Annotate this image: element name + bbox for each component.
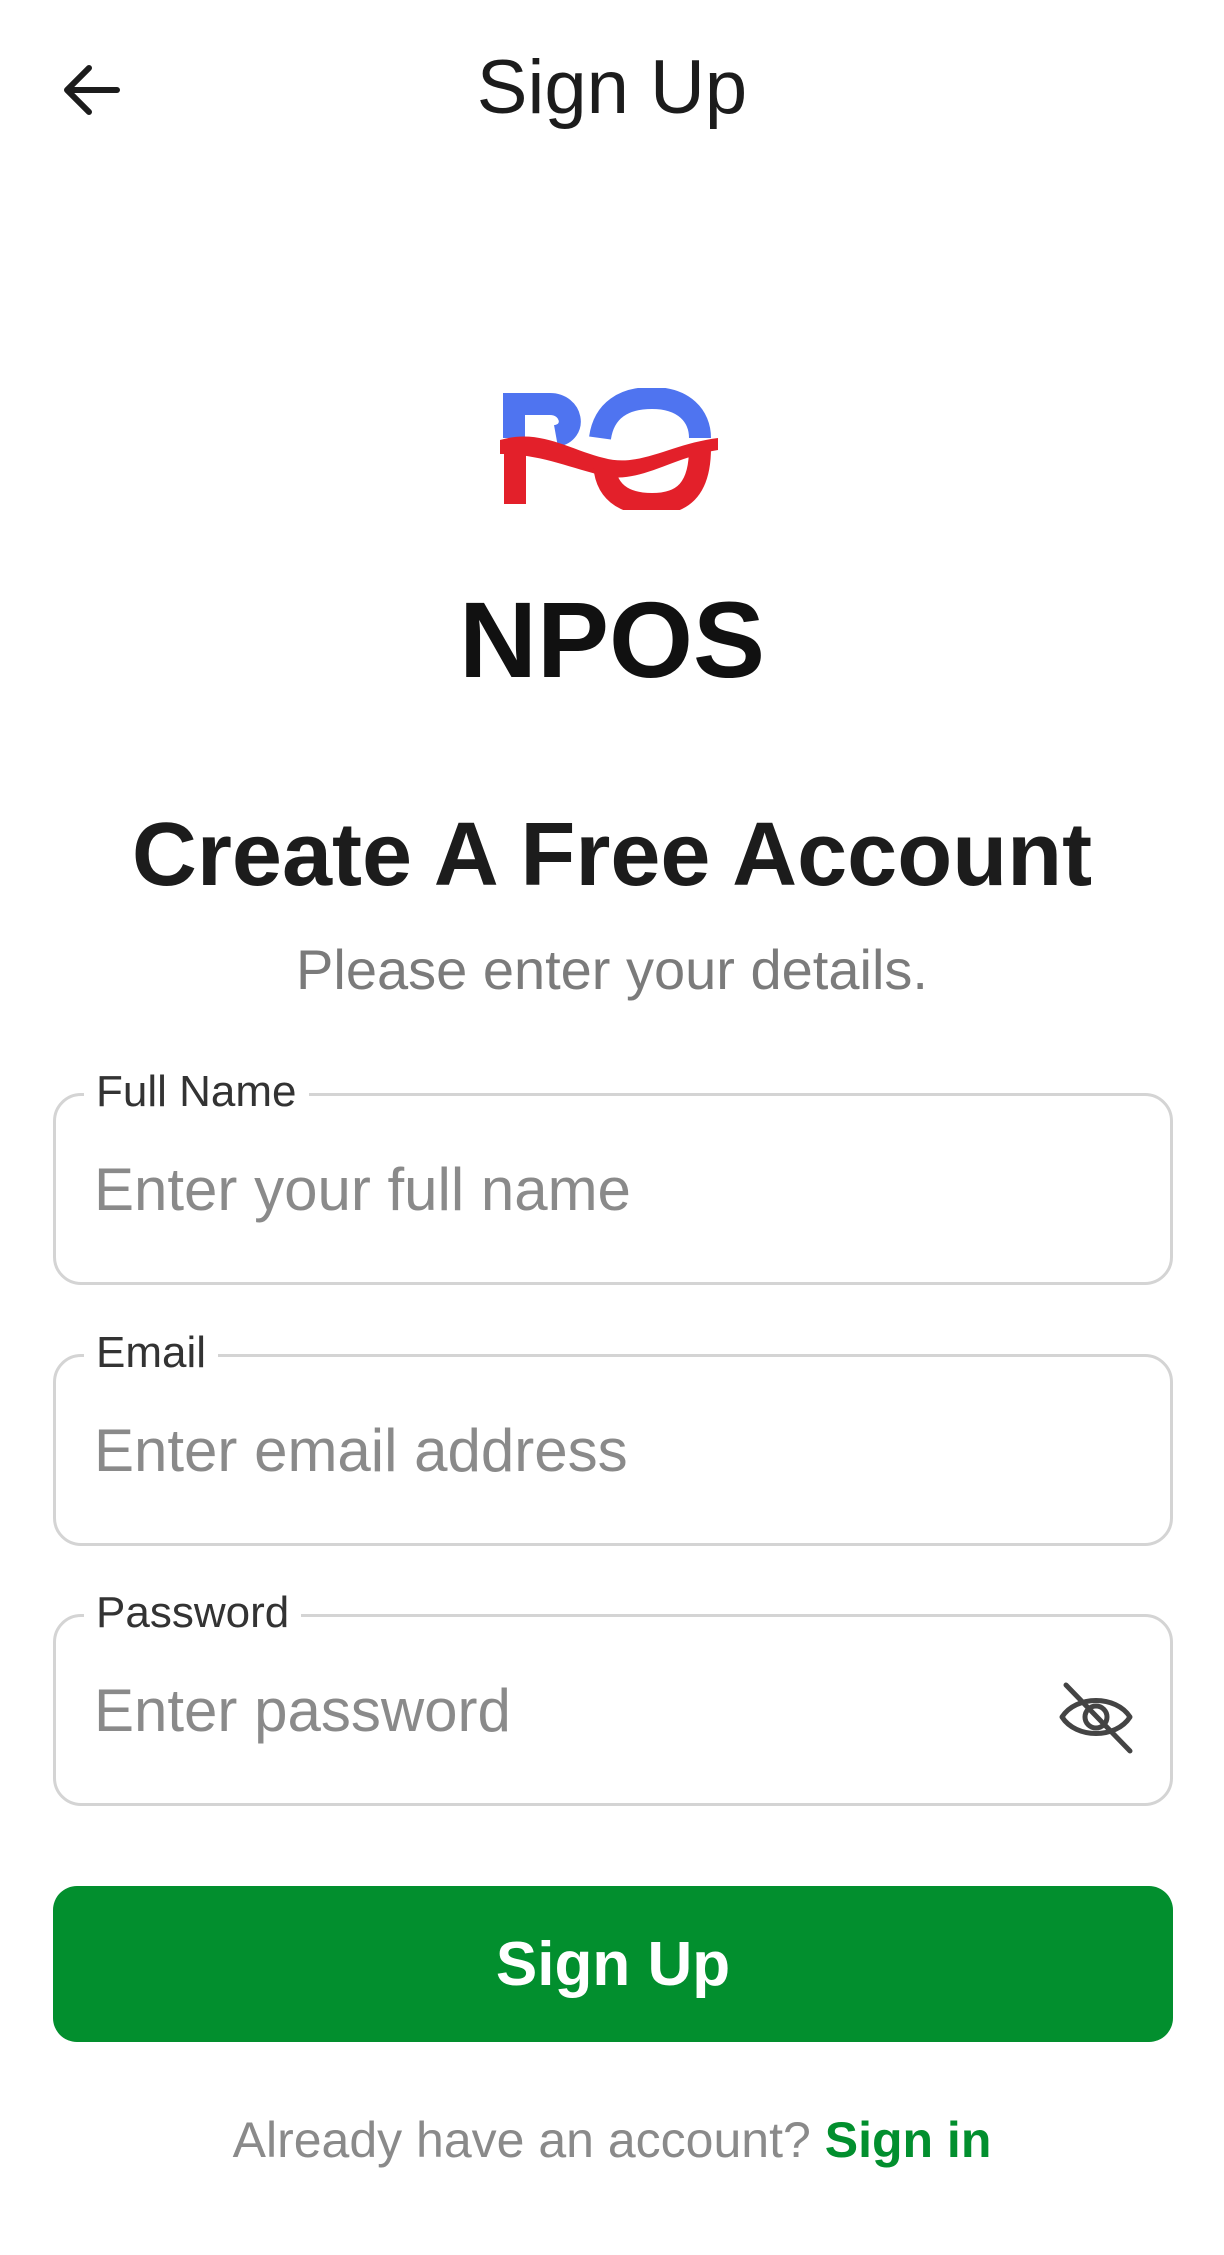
password-visibility-toggle[interactable] bbox=[1054, 1675, 1138, 1759]
sign-in-prompt: Already have an account? Sign in bbox=[0, 2105, 1224, 2175]
page-title: Sign Up bbox=[476, 45, 748, 130]
full-name-field: Full Name bbox=[53, 1064, 1173, 1285]
sign-in-prompt-text: Already have an account? bbox=[232, 2112, 811, 2168]
password-input[interactable] bbox=[94, 1617, 1054, 1803]
eye-off-icon bbox=[1059, 1682, 1133, 1754]
signup-screen: Sign Up NPOS Create A Free Account Pleas… bbox=[0, 0, 1224, 2255]
sign-in-link[interactable]: Sign in bbox=[825, 2112, 992, 2168]
sign-up-button[interactable]: Sign Up bbox=[53, 1886, 1173, 2042]
email-input[interactable] bbox=[94, 1357, 1054, 1543]
top-app-bar: Sign Up bbox=[0, 0, 1224, 180]
arrow-left-icon bbox=[64, 65, 120, 115]
email-field: Email bbox=[53, 1325, 1173, 1546]
form-heading: Create A Free Account bbox=[131, 805, 1093, 905]
back-button[interactable] bbox=[50, 45, 130, 135]
npos-logo bbox=[500, 388, 718, 510]
password-field: Password bbox=[53, 1585, 1173, 1806]
full-name-input[interactable] bbox=[94, 1096, 1054, 1282]
app-name: NPOS bbox=[458, 579, 766, 700]
form-subheading: Please enter your details. bbox=[296, 938, 928, 1001]
